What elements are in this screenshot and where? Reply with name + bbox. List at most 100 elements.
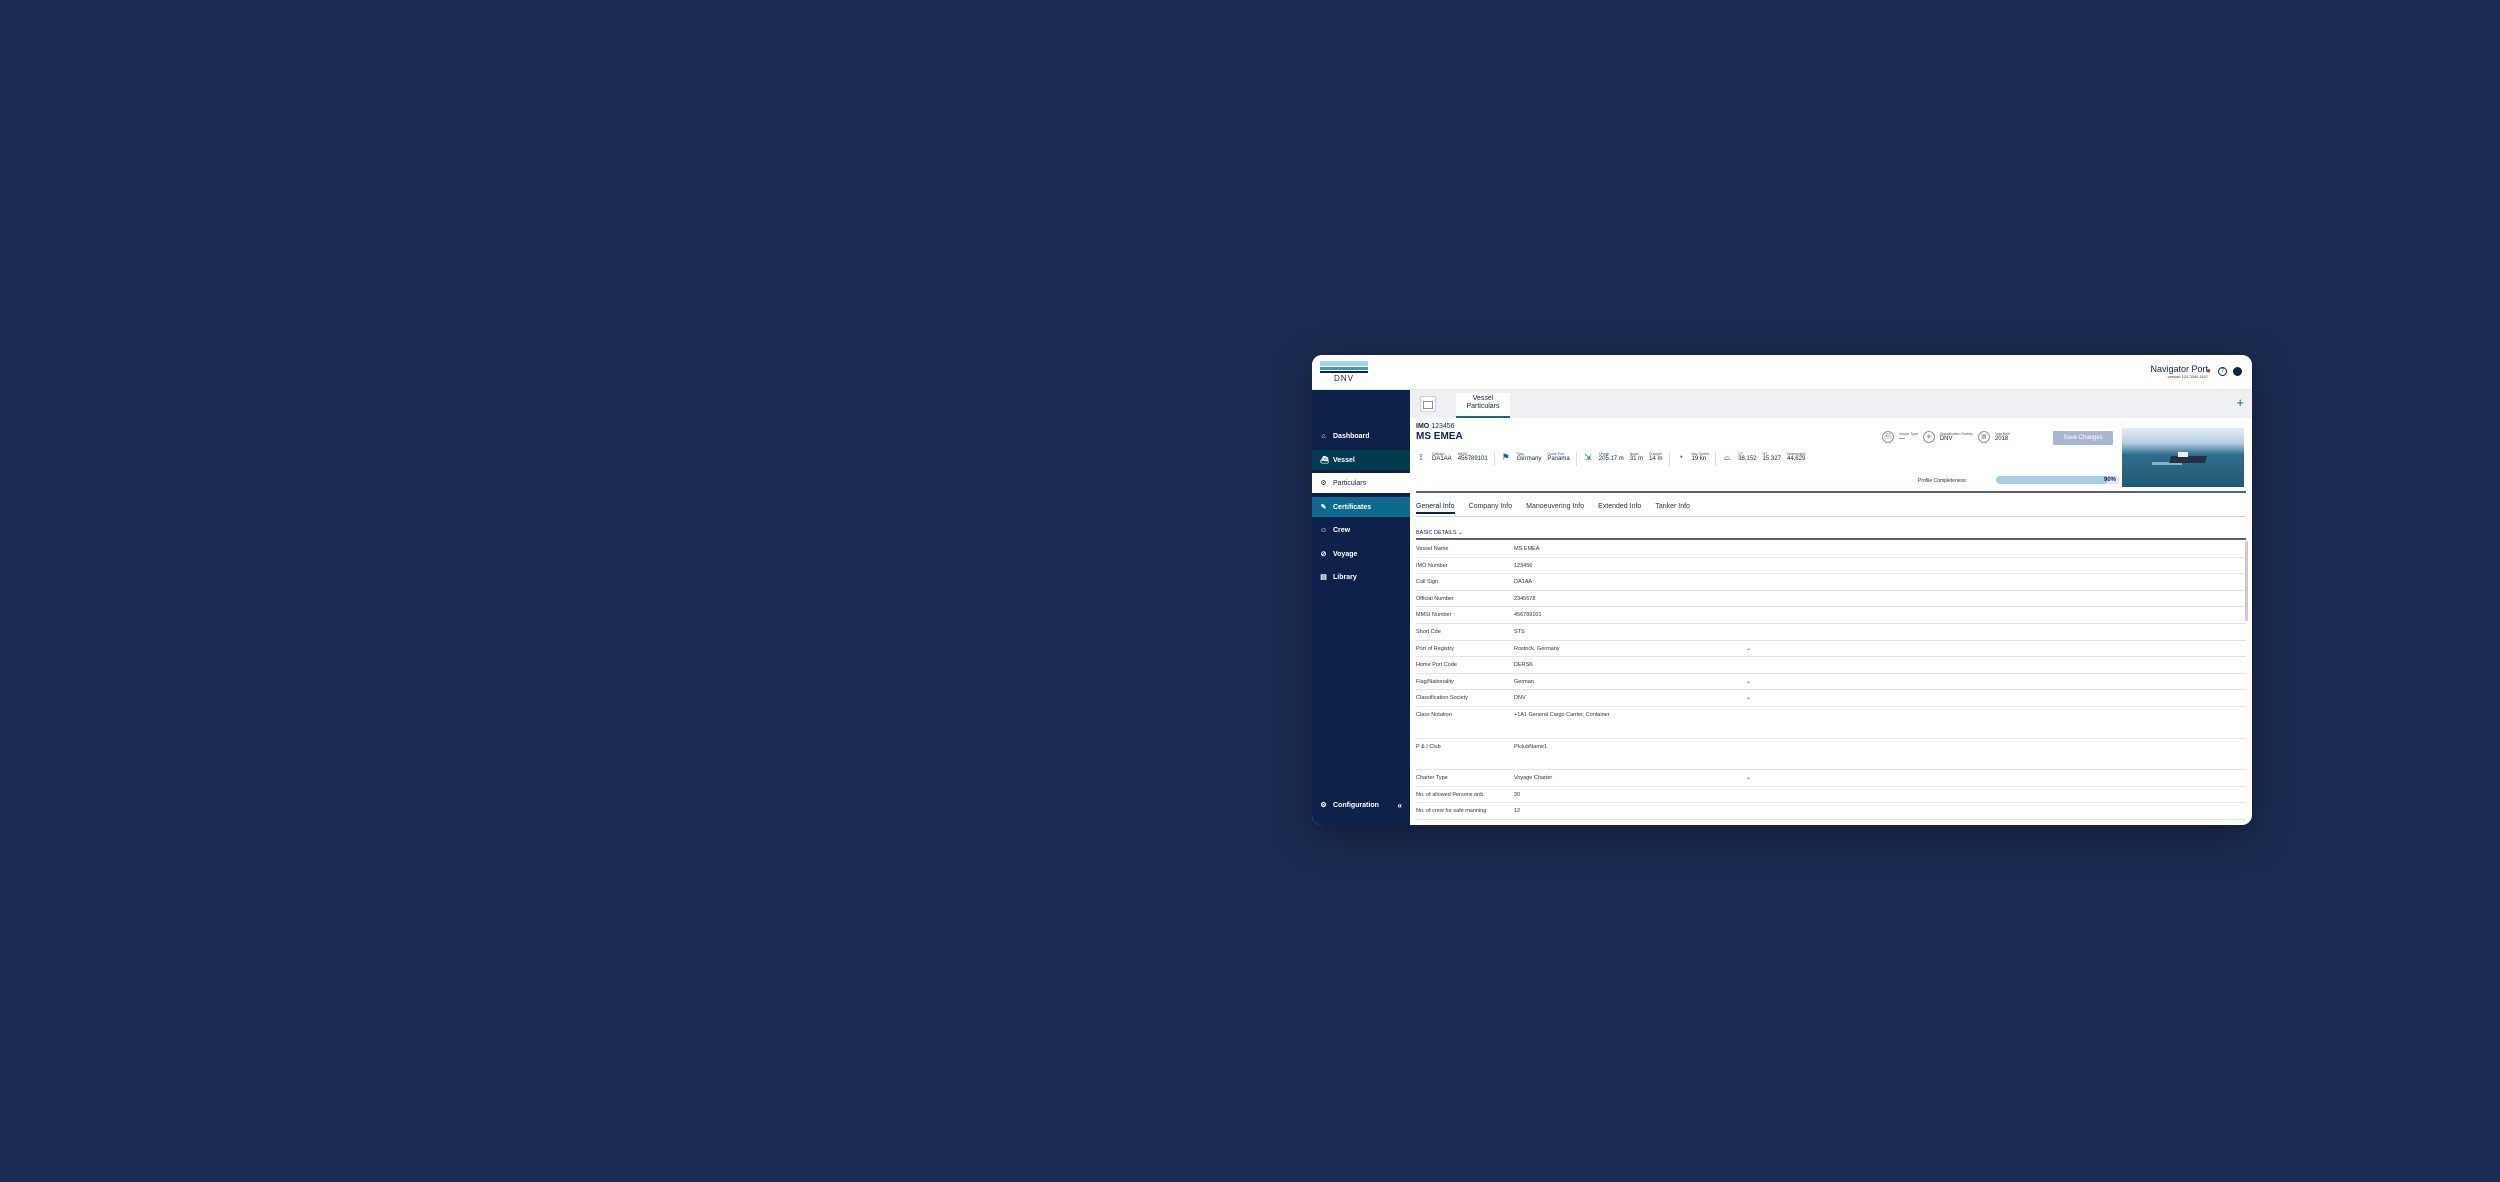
table-row[interactable]: No. of allowed Persons onb. 30 (1416, 787, 2246, 804)
row-label: Class Notation (1416, 711, 1452, 718)
row-value[interactable]: PIclubName1 (1514, 744, 1547, 750)
row-value[interactable]: DA1AA (1514, 579, 1532, 585)
fact-value: 456789101 (1457, 456, 1488, 462)
row-value[interactable]: STS (1514, 629, 1525, 635)
tab-general-info[interactable]: General Info (1416, 503, 1455, 514)
tab-company-info[interactable]: Company Info (1469, 503, 1513, 514)
top-icons: ● ? (2205, 367, 2242, 376)
table-row[interactable]: Class Notation +1A1 General Cargo Carrier… (1416, 707, 2246, 739)
table-row[interactable]: P & I Club PIclubName1 (1416, 739, 2246, 771)
chevron-down-icon[interactable]: ⌄ (1746, 694, 1751, 701)
table-row[interactable]: Short Cde STS (1416, 624, 2246, 641)
sidebar-item-configuration[interactable]: ⚙ Configuration « (1312, 795, 1410, 815)
table-row[interactable]: Call Sign DA1AA (1416, 574, 2246, 591)
table-row[interactable]: Port of Registry Rostock, Germany ⌄ (1416, 641, 2246, 658)
table-row[interactable]: BuilderNeptun Werft Rostock (1416, 820, 2246, 826)
fact-beam: Beam 31 m (1630, 452, 1643, 462)
save-changes-button[interactable]: Save Changes (2053, 431, 2113, 445)
fact-length: Length 205.17 m (1599, 452, 1624, 462)
table-row[interactable]: Home Port Code DERSK (1416, 657, 2246, 674)
profile-progress-bar: 90% (1996, 476, 2120, 484)
add-tab-button[interactable]: + (2236, 395, 2244, 410)
dimensions-icon: ⇲ (1584, 452, 1592, 462)
row-value[interactable]: 123456 (1514, 563, 1532, 569)
row-value[interactable]: DERSK (1514, 662, 1533, 668)
table-row[interactable]: MMSI Number 456789101 (1416, 607, 2246, 624)
tab-manoeuvering-info[interactable]: Manoeuvering Info (1526, 503, 1584, 514)
row-value[interactable]: +1A1 General Cargo Carrier, Container (1514, 712, 1610, 718)
tab-extended-info[interactable]: Extended Info (1598, 503, 1641, 514)
sidebar-item-label: Crew (1333, 526, 1351, 534)
vessel-summary: ⛴ Vessel Type — ◈ Classification Society D… (1882, 431, 2010, 443)
table-row[interactable]: Classification Society DNV ⌄ (1416, 690, 2246, 707)
chevron-down-icon: ⌄ (1458, 530, 1463, 536)
sidebar-item-voyage[interactable]: ⊘ Voyage (1312, 544, 1410, 564)
chevron-down-icon[interactable]: ⌄ (1746, 774, 1751, 781)
row-value[interactable]: German (1514, 679, 1534, 685)
table-row[interactable]: No. of crew for safe manning 12 (1416, 803, 2246, 820)
dnv-logo[interactable]: DNV (1320, 361, 1368, 385)
flag-icon: ⚑ (1501, 452, 1510, 462)
table-row[interactable]: Official Number 2345678 (1416, 591, 2246, 608)
table-row[interactable]: Flag/Nationality German ⌄ (1416, 674, 2246, 691)
basic-details-toggle[interactable]: BASIC DETAILS ⌄ (1416, 530, 1463, 536)
fact-gt: GT 38,152 (1738, 452, 1756, 462)
fact-year-built: Year Built 2018 (1995, 432, 2010, 442)
antenna-icon: ⟟ (1419, 452, 1423, 462)
sidebar-item-particulars[interactable]: ⚙ Particulars (1312, 473, 1410, 493)
app-window: DNV Navigator Port version 123.3344.1167… (1312, 355, 2252, 825)
tab-tanker-info[interactable]: Tanker Info (1655, 503, 1690, 514)
divider (1715, 452, 1717, 466)
table-row[interactable]: Charter Type Voyage Charter ⌄ (1416, 770, 2246, 787)
row-label: Port of Registry (1416, 645, 1454, 652)
row-value[interactable]: 30 (1514, 792, 1520, 798)
bell-icon[interactable]: ● (2205, 367, 2212, 375)
sidebar-item-library[interactable]: ▤ Library (1312, 567, 1410, 587)
fact-value: 44,629 (1786, 456, 1806, 462)
tab-vessel-particulars[interactable]: Vessel Particulars (1456, 393, 1510, 418)
app-version: version 123.3344.1167 (2167, 374, 2208, 379)
fact-value: DA1AA (1432, 456, 1452, 462)
fact-callsign: Callsign DA1AA (1432, 452, 1452, 462)
section-tabs: General Info Company Info Manoeuvering I… (1416, 503, 1690, 514)
sidebar-item-dashboard[interactable]: ⌂ Dashboard (1312, 426, 1410, 446)
fact-value: 2018 (1994, 436, 2009, 442)
photo-hull (2169, 456, 2207, 463)
tab-overview[interactable] (1420, 396, 1436, 412)
sidebar-item-vessel[interactable]: ⛴ Vessel (1312, 450, 1410, 470)
imo-line: IMO 123456 (1416, 423, 1463, 430)
vessel-icon: ⛴ (1320, 456, 1329, 464)
sidebar-item-certificates[interactable]: ✎ Certificates (1312, 497, 1410, 517)
row-value[interactable]: 2345678 (1514, 596, 1535, 602)
app-title: Navigator Port version 123.3344.1167 (2150, 364, 2208, 379)
chevron-down-icon[interactable]: ⌄ (1746, 678, 1751, 685)
collapse-sidebar-icon[interactable]: « (1398, 801, 1402, 810)
row-value[interactable]: 456789101 (1514, 612, 1542, 618)
row-value[interactable]: Rostock, Germany (1514, 646, 1560, 652)
sidebar-item-label: Certificates (1333, 503, 1372, 511)
row-value[interactable]: MS EMEA (1514, 546, 1539, 552)
sidebar-item-crew[interactable]: ☺ Crew (1312, 520, 1410, 540)
row-value[interactable]: Voyage Charter (1514, 775, 1552, 781)
row-value[interactable]: DNV (1514, 695, 1526, 701)
user-icon[interactable] (2233, 367, 2242, 376)
fact-value: 19 kn (1691, 456, 1707, 462)
fact-nt: NT 15,327 (1763, 452, 1781, 462)
fact-mmsi: MMSI 456789101 (1458, 452, 1488, 462)
sidebar: ⌂ Dashboard ⛴ Vessel ⚙ Particulars ✎ Cer… (1312, 390, 1410, 825)
fact-classification: Classification Society DNV (1940, 432, 1973, 442)
fact-value: 14 m (1649, 456, 1663, 462)
row-value[interactable]: 12 (1514, 808, 1520, 814)
logo-stripe (1320, 371, 1368, 373)
table-row[interactable]: Vessel Name MS EMEA (1416, 541, 2246, 558)
help-icon[interactable]: ? (2218, 367, 2227, 376)
imo-value: 123456 (1431, 423, 1455, 430)
table-row[interactable]: IMO Number 123456 (1416, 558, 2246, 575)
fact-flag: Flag Germany (1517, 452, 1542, 462)
row-label: No. of crew for safe manning (1416, 808, 1487, 815)
logo-stripe (1320, 361, 1368, 366)
classification-icon: ◈ (1922, 431, 1935, 443)
row-label: Flag/Nationality (1416, 678, 1454, 685)
chevron-down-icon[interactable]: ⌄ (1746, 645, 1751, 652)
scrollbar[interactable] (2245, 541, 2248, 621)
